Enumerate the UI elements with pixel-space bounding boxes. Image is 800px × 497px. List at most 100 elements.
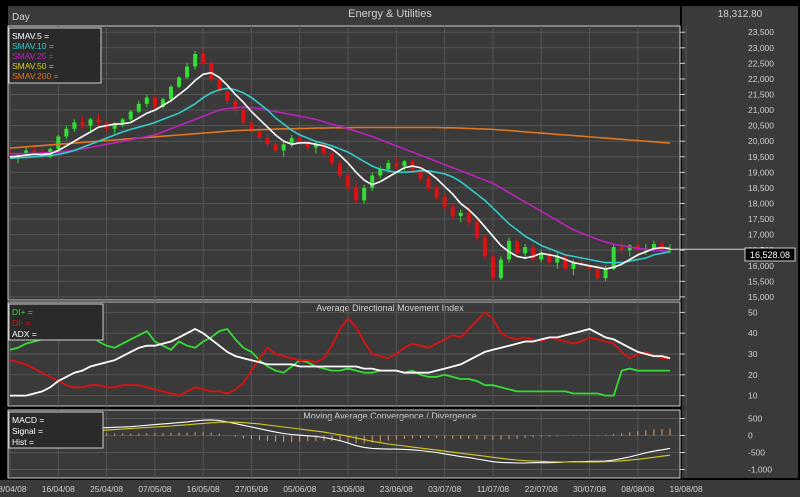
legend-adx: ADX = [12, 329, 37, 339]
candle-body [152, 97, 157, 107]
x-tick-label: 23/06/08 [380, 484, 413, 494]
candle-body [611, 247, 616, 269]
candle-body [386, 163, 391, 170]
x-tick-label: 08/08/08 [621, 484, 654, 494]
candle-body [281, 144, 286, 151]
x-tick-label: 27/05/08 [235, 484, 268, 494]
candle-body [72, 122, 77, 129]
candle-body [426, 178, 431, 188]
legend-smav200: SMAV.200 = [12, 71, 59, 81]
candle-body [128, 111, 133, 120]
x-tick-label: 22/07/08 [525, 484, 558, 494]
price-y-tick-label: 20,500 [748, 121, 774, 131]
adx-y-tick-label: 10 [748, 391, 758, 401]
x-tick-label: 03/07/08 [428, 484, 461, 494]
price-y-tick-label: 19,500 [748, 152, 774, 162]
macd-y-tick-label: 0 [748, 431, 753, 441]
title-bar [8, 6, 680, 26]
axis-strip [682, 6, 798, 478]
candle-body [442, 197, 447, 207]
price-y-tick-label: 21,500 [748, 90, 774, 100]
candle-body [177, 77, 182, 87]
candle-body [394, 163, 399, 167]
legend-smav50: SMAV.50 = [12, 61, 54, 71]
x-tick-label: 05/06/08 [283, 484, 316, 494]
price-y-tick-label: 23,500 [748, 27, 774, 37]
price-y-tick-label: 19,000 [748, 167, 774, 177]
price-y-tick-label: 22,500 [748, 58, 774, 68]
legend-signal: Signal = [12, 426, 43, 436]
candle-body [56, 136, 61, 149]
candle-body [338, 163, 342, 176]
candle-body [144, 97, 149, 104]
adx-legend: DI+ = DI- = ADX = [8, 303, 104, 341]
candle-body [603, 268, 608, 279]
price-panel [7, 25, 681, 301]
macd-y-tick-label: -1,000 [748, 465, 772, 475]
candle-body [136, 103, 141, 112]
macd-panel-title: Moving Average Convergence / Divergence [303, 411, 476, 421]
candle-body [362, 187, 367, 201]
macd-y-tick-label: -500 [748, 448, 765, 458]
candle-body [297, 138, 302, 142]
candle-body [233, 100, 238, 111]
candle-body [241, 110, 246, 123]
candle-body [482, 237, 487, 257]
candle-body [209, 63, 214, 79]
legend-smav5: SMAV.5 = [12, 31, 49, 41]
candle-body [201, 54, 206, 64]
candle-body [490, 256, 495, 279]
candle-body [354, 187, 359, 201]
candle-body [225, 91, 230, 101]
candle-body [458, 212, 463, 216]
candle-body [88, 119, 93, 126]
price-y-tick-label: 17,500 [748, 214, 774, 224]
macd-legend: MACD = Signal = Hist = [8, 411, 104, 449]
price-y-tick-label: 15,000 [748, 292, 774, 302]
candle-body [474, 222, 479, 238]
price-y-tick-label: 21,000 [748, 105, 774, 115]
candle-body [96, 119, 101, 123]
x-tick-label: 16/04/08 [42, 484, 75, 494]
x-tick-label: 11/07/08 [477, 484, 510, 494]
price-y-tick-label: 22,000 [748, 74, 774, 84]
legend-macd: MACD = [12, 415, 44, 425]
candle-body [80, 122, 85, 126]
adx-y-tick-label: 40 [748, 328, 758, 338]
macd-y-tick-label: 500 [748, 414, 762, 424]
window-title: Energy & Utilities [348, 8, 432, 20]
candle-body [515, 240, 520, 254]
legend-di-plus: DI+ = [12, 307, 33, 317]
chart-canvas: Day Energy & Utilities 18,312.80 Average… [0, 0, 800, 497]
price-y-tick-label: 23,000 [748, 43, 774, 53]
candle-body [193, 54, 198, 67]
candle-body [273, 144, 278, 151]
x-tick-label: 13/06/08 [332, 484, 365, 494]
candle-body [257, 131, 262, 139]
candle-body [64, 128, 69, 137]
price-y-tick-label: 17,000 [748, 230, 774, 240]
price-y-tick-label: 18,500 [748, 183, 774, 193]
candle-body [619, 247, 624, 251]
candle-body [466, 212, 471, 223]
chart-window: Day Energy & Utilities 18,312.80 Average… [0, 0, 800, 497]
x-tick-label: 30/07/08 [573, 484, 606, 494]
candle-body [531, 247, 536, 260]
legend-hist: Hist = [12, 437, 34, 447]
legend-smav10: SMAV.10 = [12, 41, 54, 51]
adx-panel-title: Average Directional Movement Index [316, 303, 464, 313]
candle-body [329, 153, 334, 163]
candle-body [498, 259, 503, 279]
adx-y-tick-label: 50 [748, 307, 758, 317]
candle-body [32, 150, 37, 153]
price-y-tick-label: 16,000 [748, 261, 774, 271]
x-tick-label: 16/05/08 [187, 484, 220, 494]
price-legend: SMAV.5 = SMAV.10 = SMAV.25 = SMAV.50 = S… [8, 27, 102, 84]
x-tick-label: 08/04/08 [0, 484, 27, 494]
candle-body [185, 66, 190, 78]
candle-body [450, 206, 455, 216]
candle-body [265, 138, 270, 145]
x-tick-label: 07/05/08 [138, 484, 171, 494]
candle-body [434, 187, 439, 198]
price-y-tick-label: 20,000 [748, 136, 774, 146]
